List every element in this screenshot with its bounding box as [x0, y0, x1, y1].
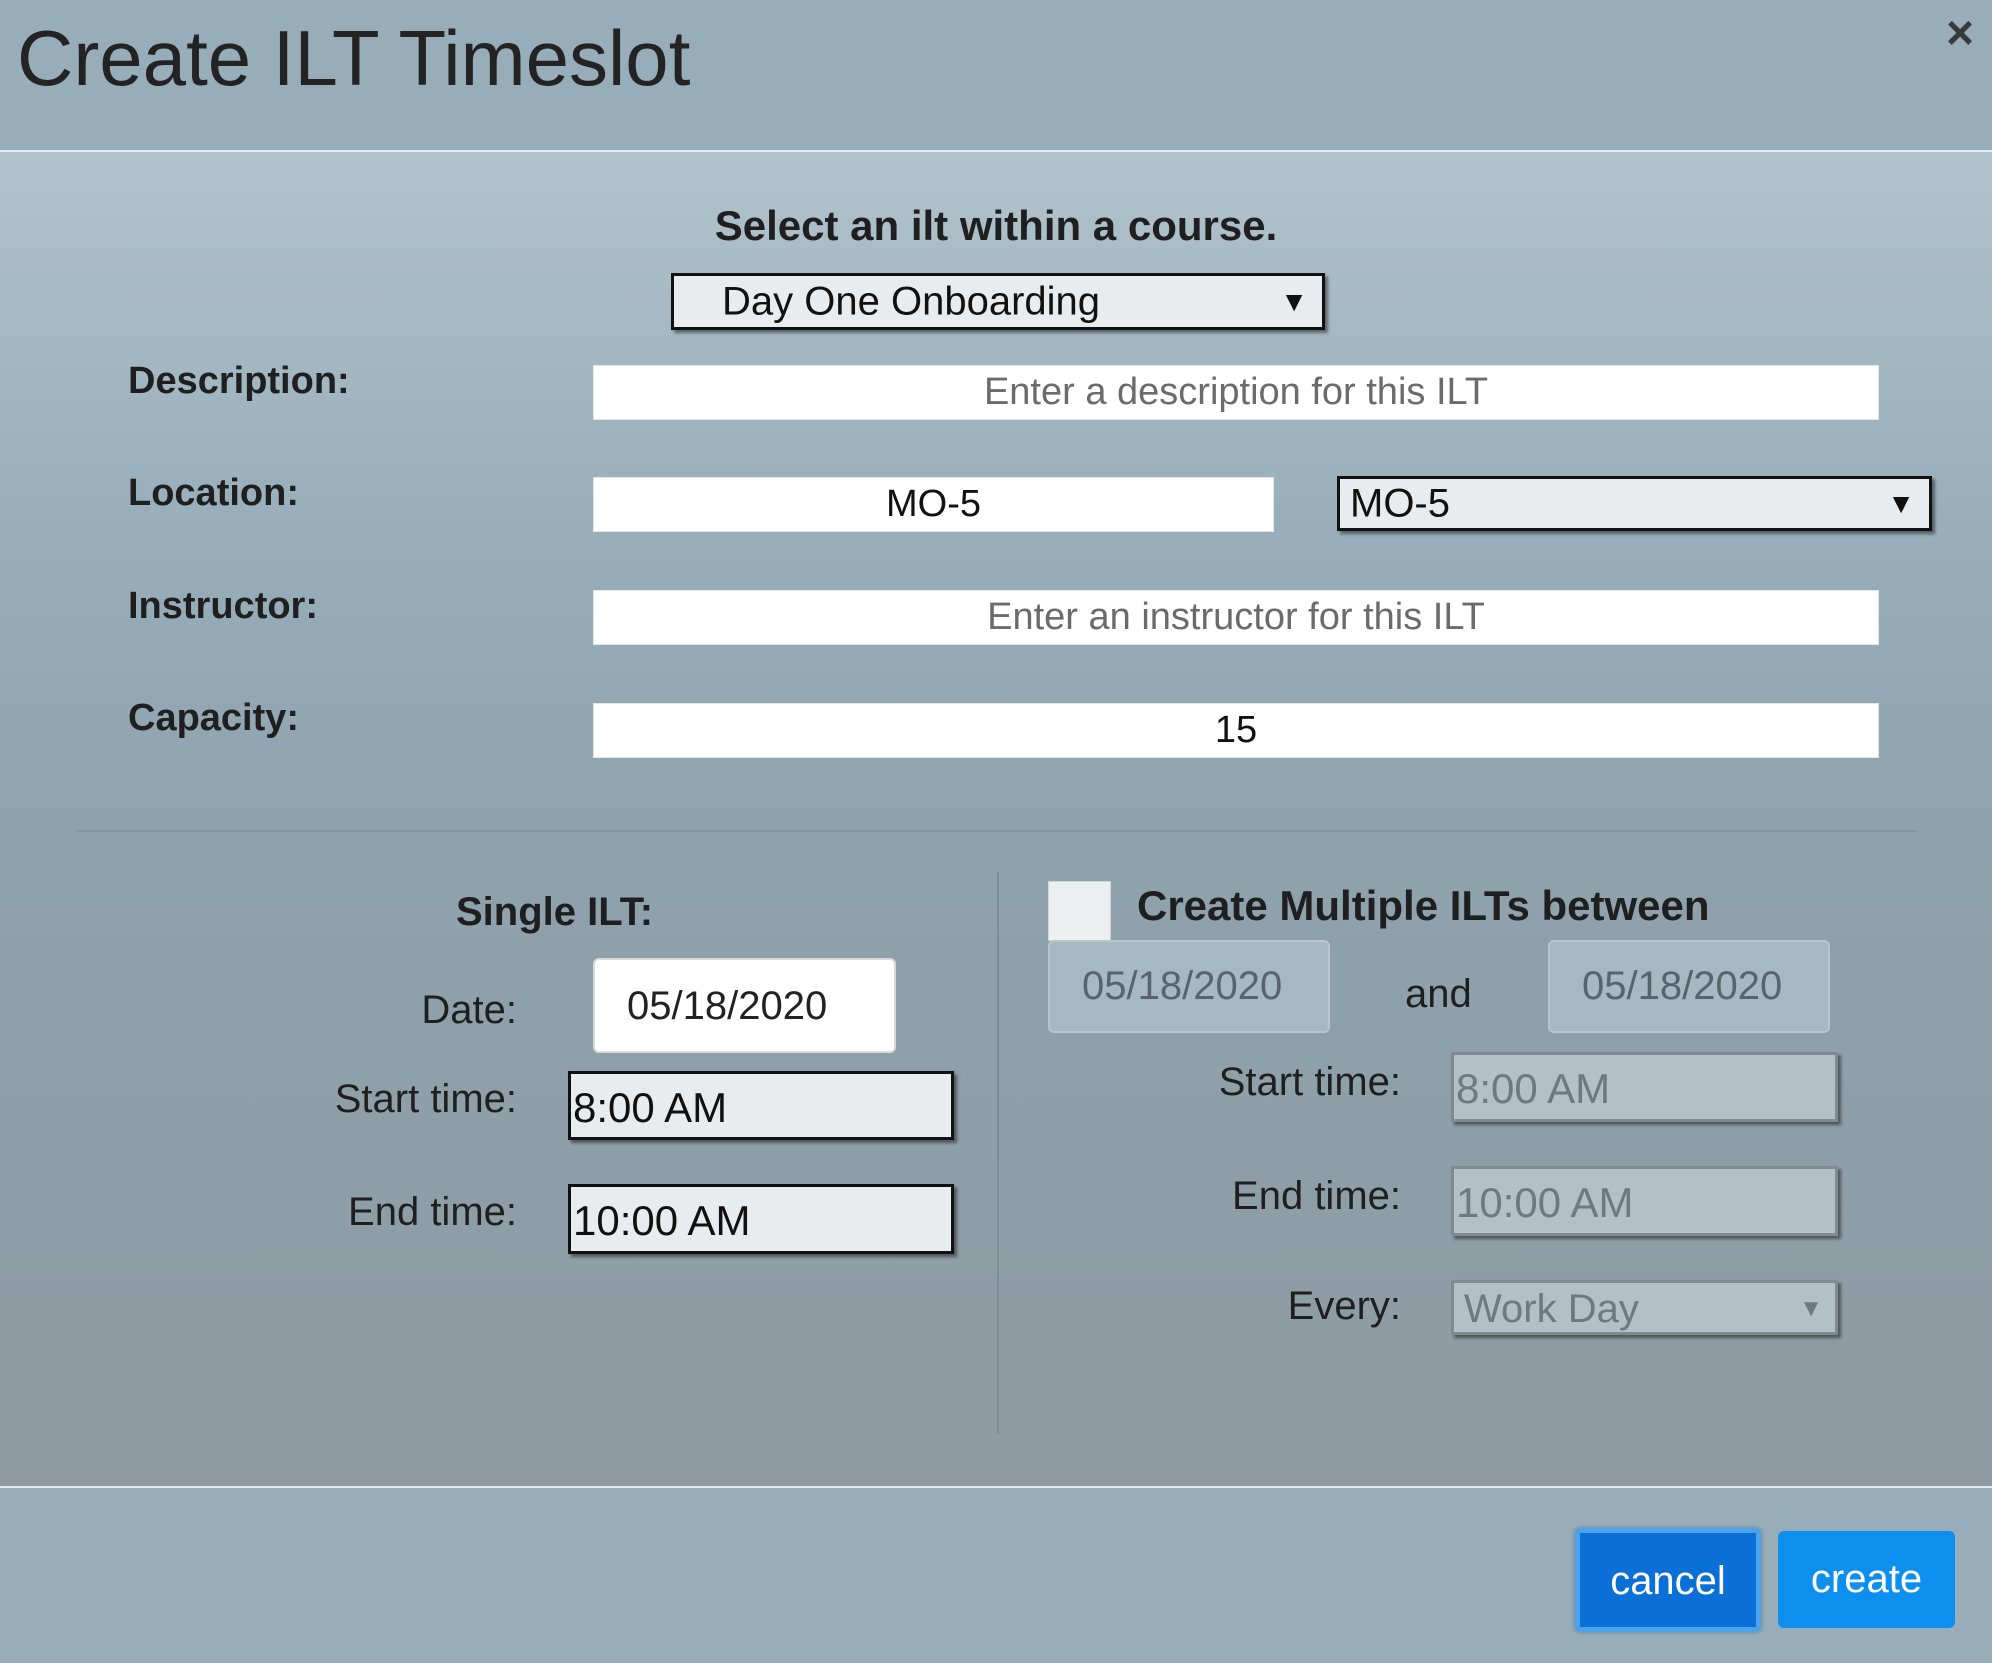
dialog-body: Select an ilt within a course. Day One O…: [0, 152, 1992, 1488]
single-date-value: 05/18/2020: [627, 984, 828, 1028]
single-end-value: 10:00 AM: [573, 1197, 751, 1244]
dialog-header: Create ILT Timeslot ×: [0, 0, 1992, 152]
instructor-input[interactable]: [593, 590, 1879, 645]
instructor-label: Instructor:: [128, 585, 318, 627]
multiple-to-date-value: 05/18/2020: [1582, 964, 1783, 1008]
multiple-start-label: Start time:: [1218, 1060, 1401, 1104]
multiple-from-date-value: 05/18/2020: [1082, 964, 1283, 1008]
single-start-label: Start time:: [334, 1077, 517, 1121]
close-icon[interactable]: ×: [1946, 10, 1974, 58]
capacity-input[interactable]: [593, 703, 1879, 758]
multiple-end-value: 10:00 AM: [1456, 1179, 1634, 1226]
multiple-every-label: Every:: [1287, 1284, 1401, 1328]
location-label: Location:: [128, 472, 299, 514]
course-ilt-select-value: Day One Onboarding: [722, 279, 1101, 323]
section-divider: [77, 830, 1917, 832]
multiple-ilts-heading: Create Multiple ILTs between: [1137, 882, 1710, 929]
chevron-down-icon: ▼: [1799, 1295, 1823, 1322]
dialog-footer: cancel create: [0, 1488, 1992, 1663]
description-input[interactable]: [593, 365, 1879, 420]
single-date-label: Date:: [421, 988, 517, 1032]
cancel-button[interactable]: cancel: [1575, 1528, 1761, 1632]
cancel-button-label: cancel: [1610, 1559, 1726, 1603]
location-select-value: MO-5: [1350, 481, 1450, 525]
column-divider: [997, 872, 999, 1434]
multiple-every-value: Work Day: [1464, 1287, 1639, 1331]
multiple-every-select[interactable]: Work Day ▼: [1451, 1280, 1838, 1335]
dialog-title: Create ILT Timeslot: [17, 14, 691, 102]
location-input[interactable]: [593, 477, 1274, 532]
chevron-down-icon: ▼: [1280, 285, 1308, 317]
multiple-from-date-input[interactable]: 05/18/2020: [1048, 940, 1330, 1033]
capacity-label: Capacity:: [128, 697, 300, 739]
multiple-to-date-input[interactable]: 05/18/2020: [1548, 940, 1830, 1033]
single-end-label: End time:: [348, 1190, 517, 1234]
chevron-down-icon: ▼: [1887, 487, 1915, 519]
multiple-start-value: 8:00 AM: [1456, 1065, 1611, 1112]
location-select[interactable]: MO-5 ▼: [1337, 476, 1932, 531]
description-label: Description:: [128, 360, 350, 402]
multiple-ilts-checkbox[interactable]: [1048, 881, 1111, 941]
single-start-time-input[interactable]: 8:00 AM: [568, 1071, 954, 1140]
single-ilt-heading: Single ILT:: [456, 890, 654, 934]
single-date-input[interactable]: 05/18/2020: [593, 958, 896, 1053]
single-end-time-input[interactable]: 10:00 AM: [568, 1184, 954, 1254]
multiple-end-time-input[interactable]: 10:00 AM: [1451, 1166, 1838, 1236]
multiple-and-label: and: [1405, 972, 1472, 1016]
course-select-prompt: Select an ilt within a course.: [714, 202, 1278, 249]
create-ilt-timeslot-dialog: Create ILT Timeslot × Select an ilt with…: [0, 0, 1992, 1663]
create-button[interactable]: create: [1778, 1531, 1955, 1628]
multiple-end-label: End time:: [1232, 1174, 1401, 1218]
single-start-value: 8:00 AM: [573, 1084, 728, 1131]
course-ilt-select[interactable]: Day One Onboarding ▼: [671, 273, 1325, 330]
multiple-start-time-input[interactable]: 8:00 AM: [1451, 1052, 1838, 1122]
create-button-label: create: [1810, 1557, 1923, 1601]
